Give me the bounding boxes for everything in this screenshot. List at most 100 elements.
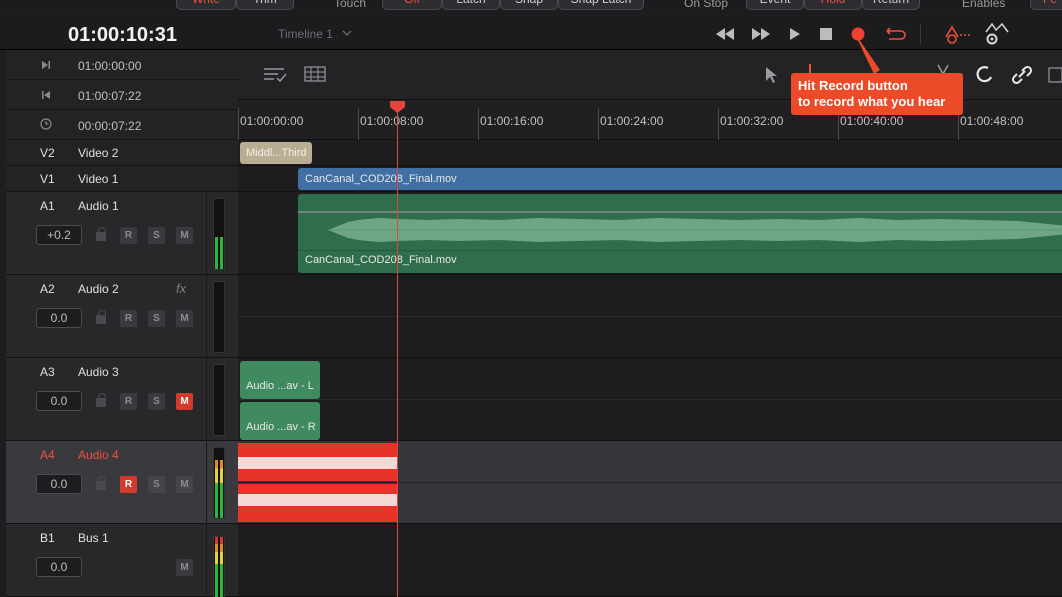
solo-button[interactable]: S [148, 310, 165, 327]
chevron-down-icon[interactable] [342, 29, 352, 37]
solo-button[interactable]: S [148, 227, 165, 244]
loop-icon[interactable] [882, 26, 906, 42]
ruler-label: 01:00:48:00 [960, 114, 1024, 128]
lock-icon[interactable] [96, 393, 106, 407]
position-lock-icon[interactable] [1048, 67, 1062, 83]
touch-label: Touch [334, 0, 367, 10]
fe-button[interactable]: Fe [1030, 0, 1062, 10]
snap-button[interactable]: Snap [500, 0, 558, 10]
track-header-v1[interactable]: V1 Video 1 [6, 166, 238, 192]
track-list-icon[interactable] [262, 66, 288, 84]
snap-latch-button[interactable]: Snap Latch [558, 0, 644, 10]
ruler-label: 01:00:24:00 [600, 114, 664, 128]
mute-button[interactable]: M [176, 310, 193, 327]
automation-settings-icon[interactable] [982, 22, 1010, 46]
write-button[interactable]: Write [176, 0, 236, 10]
playhead-marker-icon[interactable] [389, 100, 406, 114]
automation-follow-icon[interactable] [944, 23, 972, 45]
track-header-v2[interactable]: V2 Video 2 [6, 140, 238, 166]
lock-icon[interactable] [96, 227, 106, 241]
fairlight-app: Write Trim Touch Off Latch Snap Snap Lat… [0, 0, 1062, 597]
ruler-label: 01:00:16:00 [480, 114, 544, 128]
snap-magnet-icon[interactable] [974, 65, 994, 85]
transport-header: 01:00:10:31 Timeline 1 [0, 16, 1062, 50]
track-header-b1[interactable]: B1 Bus 1 0.0 M [6, 524, 238, 597]
in-timecode: 01:00:00:00 [78, 59, 142, 73]
audio-meter [213, 447, 225, 519]
link-icon[interactable] [1011, 65, 1033, 85]
video-clip[interactable]: CanCanal_COD208_Final.mov [298, 168, 1062, 190]
lane-v2[interactable] [238, 140, 1062, 166]
track-level-field[interactable]: 0.0 [36, 557, 82, 577]
track-level-field[interactable]: +0.2 [36, 225, 82, 245]
recording-clip-right[interactable] [238, 484, 398, 522]
lock-icon[interactable] [96, 476, 106, 490]
fx-icon[interactable]: fx [176, 281, 186, 296]
timeline-name[interactable]: Timeline 1 [278, 27, 333, 41]
enables-label: Enables [962, 0, 1006, 10]
selection-pointer-icon[interactable] [765, 66, 777, 84]
audio-clip-a3-left[interactable]: Audio ...av - L [240, 361, 320, 399]
audio-clip-a3-right[interactable]: Audio ...av - R [240, 402, 320, 440]
record-arm-button[interactable]: R [120, 227, 137, 244]
recording-clip-left[interactable] [238, 443, 398, 481]
track-name: Bus 1 [78, 531, 109, 545]
track-id: A3 [40, 365, 55, 379]
track-name: Audio 1 [78, 199, 119, 213]
record-arm-button[interactable]: R [120, 476, 137, 493]
solo-button[interactable]: S [148, 393, 165, 410]
ruler-label: 01:00:40:00 [840, 114, 904, 128]
audio-clip-a1-label: CanCanal_COD208_Final.mov [305, 254, 457, 266]
header-divider [920, 24, 921, 44]
automation-strip: Write Trim Touch Off Latch Snap Snap Lat… [0, 0, 1062, 14]
meter-divider [206, 441, 207, 524]
off-button[interactable]: Off [382, 0, 442, 10]
solo-button[interactable]: S [148, 476, 165, 493]
fast-forward-icon[interactable] [751, 27, 771, 41]
grid-view-icon[interactable] [304, 66, 326, 82]
track-name: Audio 4 [78, 448, 119, 462]
track-header-a1[interactable]: A1 Audio 1 +0.2 R S M [6, 192, 238, 275]
mark-out-icon [42, 91, 50, 99]
lock-icon[interactable] [96, 310, 106, 324]
rewind-icon[interactable] [715, 27, 735, 41]
callout-line-1: Hit Record button [798, 78, 908, 93]
track-id: A4 [40, 448, 55, 462]
title-clip[interactable]: Middl...Third [240, 142, 312, 164]
track-level-field[interactable]: 0.0 [36, 391, 82, 411]
audio-meter [213, 198, 225, 270]
audio-clip-a1[interactable]: CanCanal_COD208_Final.mov [298, 194, 1062, 273]
hold-button[interactable]: Hold [804, 0, 862, 10]
ruler-label: 01:00:32:00 [720, 114, 784, 128]
return-button[interactable]: Return [862, 0, 920, 10]
mark-in-icon [42, 61, 50, 69]
latch-button[interactable]: Latch [442, 0, 500, 10]
play-icon[interactable] [789, 27, 801, 41]
mute-button[interactable]: M [176, 393, 193, 410]
track-level-field[interactable]: 0.0 [36, 308, 82, 328]
record-arm-button[interactable]: R [120, 310, 137, 327]
track-header-a4[interactable]: A4 Audio 4 0.0 R S M [6, 441, 238, 524]
record-arm-button[interactable]: R [120, 393, 137, 410]
track-name: Audio 3 [78, 365, 119, 379]
stop-icon[interactable] [820, 28, 833, 41]
event-button[interactable]: Event [746, 0, 804, 10]
mute-button[interactable]: M [176, 476, 193, 493]
track-name: Video 2 [78, 146, 119, 160]
callout-pointer-icon [854, 32, 880, 74]
track-name: Audio 2 [78, 282, 119, 296]
main-timecode: 01:00:10:31 [68, 24, 177, 46]
track-header-a3[interactable]: A3 Audio 3 0.0 R S M [6, 358, 238, 441]
track-id: A1 [40, 199, 55, 213]
playhead-line[interactable] [397, 108, 398, 597]
track-id: B1 [40, 531, 55, 545]
track-header-a2[interactable]: A2 Audio 2 fx 0.0 R S M [6, 275, 238, 358]
trim-button[interactable]: Trim [236, 0, 294, 10]
lane-b1[interactable] [238, 524, 1062, 597]
on-stop-label: On Stop [684, 0, 729, 10]
mute-button[interactable]: M [176, 227, 193, 244]
mute-button[interactable]: M [176, 559, 193, 576]
track-id: A2 [40, 282, 55, 296]
track-level-field[interactable]: 0.0 [36, 474, 82, 494]
audio-meter [213, 281, 225, 353]
